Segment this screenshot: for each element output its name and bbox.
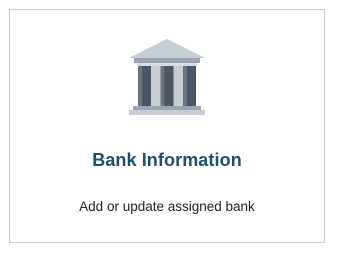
- bank-information-card[interactable]: Bank Information Add or update assigned …: [9, 9, 325, 243]
- bank-icon: [10, 38, 324, 120]
- card-title: Bank Information: [92, 150, 242, 170]
- card-description: Add or update assigned bank: [79, 199, 255, 214]
